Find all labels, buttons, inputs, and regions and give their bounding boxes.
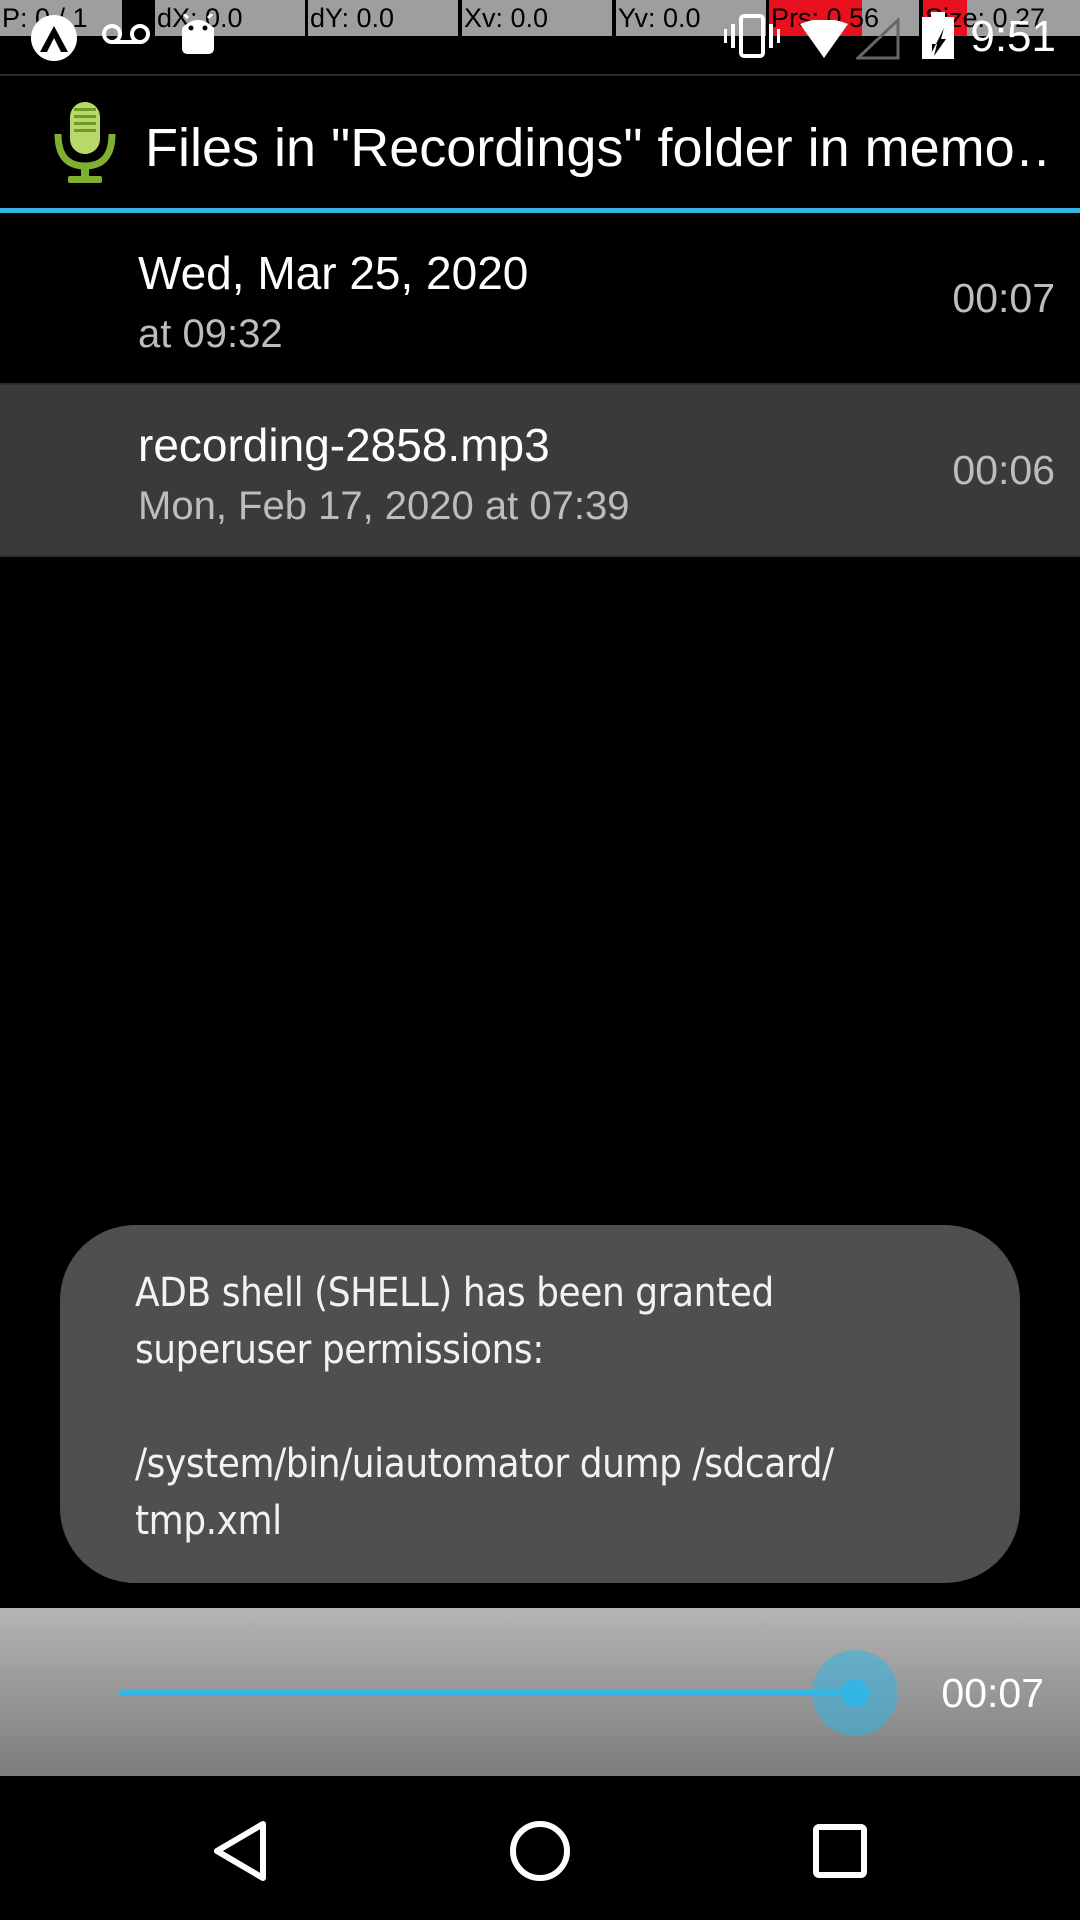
recording-title: Wed, Mar 25, 2020 [138, 247, 529, 299]
recording-item[interactable]: Wed, Mar 25, 2020 at 09:32 00:07 [0, 213, 1080, 385]
home-icon[interactable] [495, 1806, 585, 1896]
playback-bar: 00:07 [0, 1608, 1080, 1776]
toast-message-line: superuser permissions: [135, 1327, 544, 1373]
recording-list: Wed, Mar 25, 2020 at 09:32 00:07 recordi… [0, 213, 1080, 557]
pointer-debug-overlay: P: 0 / 1 dX: 0.0 dY: 0.0 Xv: 0.0 Yv: 0.0… [0, 0, 1080, 36]
superuser-toast: ADB shell (SHELL) has been granted super… [60, 1225, 1020, 1583]
seek-bar-thumb[interactable] [841, 1679, 869, 1707]
recording-subtitle: at 09:32 [138, 312, 283, 356]
toast-spacer [135, 1379, 950, 1436]
debug-dx: dX: 0.0 [155, 0, 305, 36]
debug-xv: Xv: 0.0 [462, 0, 612, 36]
toast-command-line: /system/bin/uiautomator dump /sdcard/ [135, 1441, 834, 1487]
recording-title: recording-2858.mp3 [138, 419, 550, 471]
debug-pressure: Prs: 0.56 [769, 0, 919, 36]
microphone-icon[interactable] [50, 100, 120, 188]
recording-subtitle: Mon, Feb 17, 2020 at 07:39 [138, 484, 630, 528]
recording-item-selected[interactable]: recording-2858.mp3 Mon, Feb 17, 2020 at … [0, 385, 1080, 557]
recording-duration: 00:06 [952, 447, 1055, 493]
app-screen: P: 0 / 1 dX: 0.0 dY: 0.0 Xv: 0.0 Yv: 0.0… [0, 0, 1080, 1920]
toast-command-line: tmp.xml [135, 1498, 282, 1544]
debug-size: Size: 0.27 [923, 0, 1080, 36]
debug-dy: dY: 0.0 [308, 0, 458, 36]
toast-message-line: ADB shell (SHELL) has been granted [135, 1270, 774, 1316]
debug-pointer-count: P: 0 / 1 [0, 0, 122, 36]
action-bar: Files in "Recordings" folder in memo… [0, 74, 1080, 212]
recents-icon[interactable] [795, 1806, 885, 1896]
playback-time: 00:07 [941, 1670, 1044, 1716]
back-icon[interactable] [195, 1806, 285, 1896]
navigation-bar [0, 1776, 1080, 1920]
page-title: Files in "Recordings" folder in memo… [145, 118, 1045, 178]
recording-duration: 00:07 [952, 275, 1055, 321]
debug-yv: Yv: 0.0 [616, 0, 766, 36]
seek-bar-track[interactable] [120, 1690, 855, 1696]
